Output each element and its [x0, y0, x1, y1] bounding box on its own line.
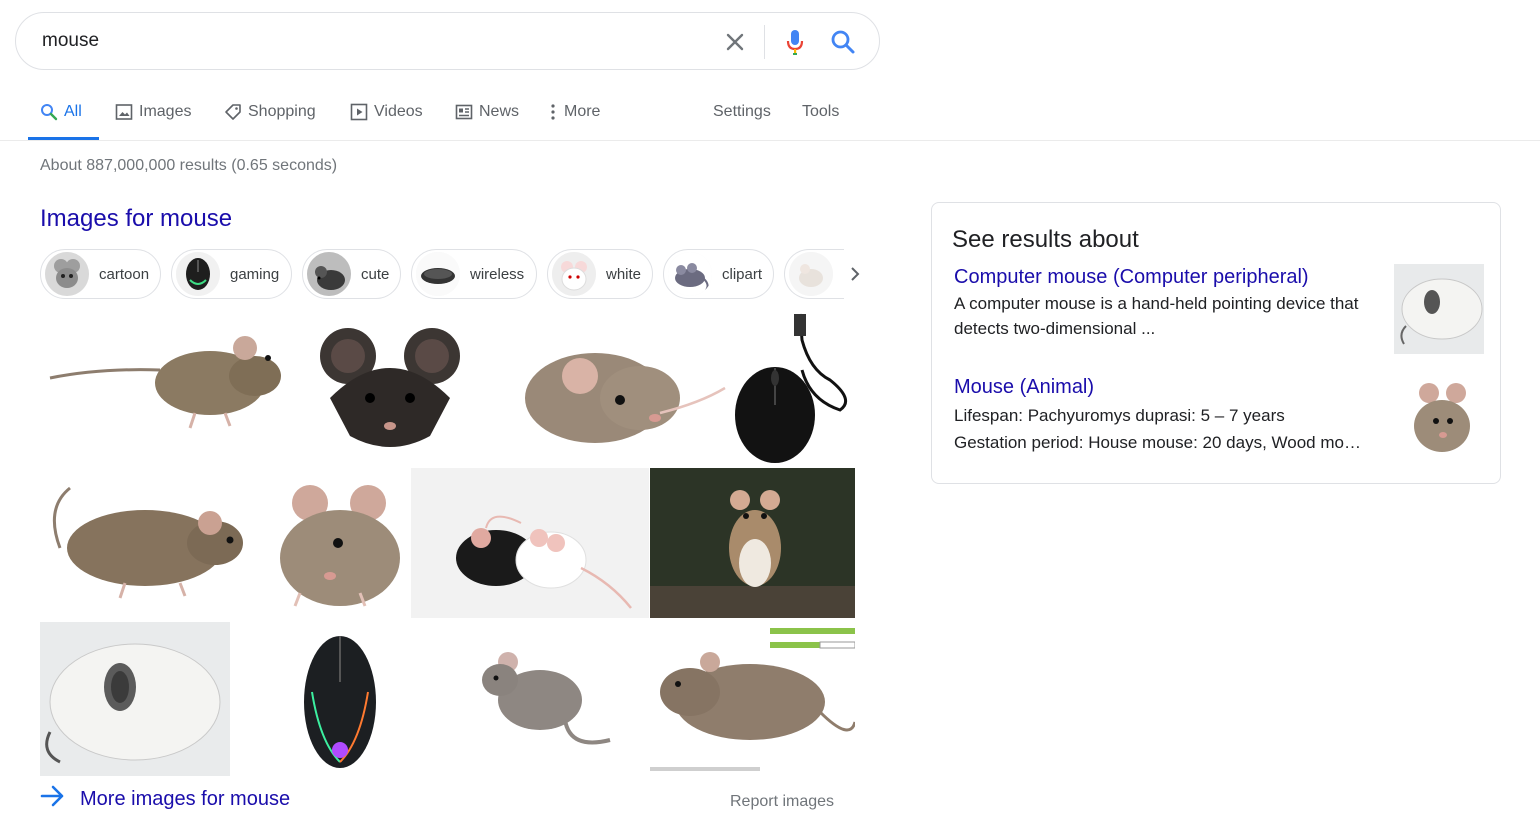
- image-result[interactable]: [250, 468, 408, 610]
- image-refinement-chips: cartoon gaming cute wireless white clipa…: [40, 249, 880, 299]
- tab-label: Tools: [802, 103, 840, 120]
- tab-news[interactable]: News: [455, 100, 519, 124]
- image-result[interactable]: [730, 310, 855, 464]
- chip-thumbnail: [307, 252, 351, 296]
- search-icon: [40, 103, 58, 121]
- more-images-link[interactable]: More images for mouse: [40, 785, 290, 813]
- tab-label: News: [479, 103, 520, 120]
- vertical-dots-icon: [548, 103, 558, 121]
- tab-more[interactable]: More: [548, 100, 600, 124]
- chip-wireless[interactable]: wireless: [411, 249, 537, 299]
- chip-thumbnail: [176, 252, 220, 296]
- chip-thumbnail: [668, 252, 712, 296]
- tab-label: Videos: [374, 103, 423, 120]
- chip-label: white: [606, 265, 642, 283]
- result-snippet: A computer mouse is a hand-held pointing…: [954, 294, 1359, 338]
- tab-settings[interactable]: Settings: [713, 100, 771, 124]
- microphone-icon[interactable]: [780, 25, 810, 59]
- search-icon[interactable]: [828, 25, 858, 59]
- image-result[interactable]: [40, 318, 281, 464]
- chip-thumbnail: [45, 252, 89, 296]
- chip-cute[interactable]: cute: [302, 249, 401, 299]
- result-fact-gestation: Gestation period: House mouse: 20 days, …: [954, 433, 1361, 452]
- image-result[interactable]: [650, 468, 855, 618]
- search-tabs: All Images Shopping Videos News More Set…: [0, 90, 1540, 141]
- tab-tools[interactable]: Tools: [802, 100, 839, 124]
- tab-label: All: [64, 103, 82, 120]
- tab-shopping[interactable]: Shopping: [224, 100, 316, 124]
- images-heading[interactable]: Images for mouse: [40, 205, 232, 233]
- chip-thumbnail: [552, 252, 596, 296]
- tab-videos[interactable]: Videos: [350, 100, 423, 124]
- search-box[interactable]: mouse: [15, 12, 880, 70]
- chip-label: gaming: [230, 265, 280, 283]
- divider: [764, 25, 765, 59]
- image-result[interactable]: [290, 622, 390, 776]
- result-stats: About 887,000,000 results (0.65 seconds): [40, 157, 338, 174]
- image-result[interactable]: [650, 622, 855, 776]
- image-icon: [115, 103, 133, 121]
- chip-partial[interactable]: [784, 249, 844, 299]
- active-tab-indicator: [28, 137, 99, 140]
- image-result[interactable]: [40, 622, 230, 776]
- chip-thumbnail: [416, 252, 460, 296]
- image-result[interactable]: [40, 468, 246, 610]
- chip-gaming[interactable]: gaming: [171, 249, 292, 299]
- tab-images[interactable]: Images: [115, 100, 191, 124]
- result-thumbnail[interactable]: [1394, 264, 1484, 354]
- chevron-right-icon[interactable]: [844, 263, 866, 285]
- chip-label: wireless: [470, 265, 525, 283]
- chip-label: cute: [361, 265, 390, 283]
- tab-label: Shopping: [248, 103, 316, 120]
- chip-white[interactable]: white: [547, 249, 653, 299]
- chip-label: clipart: [722, 265, 763, 283]
- result-title-mouse-animal[interactable]: Mouse (Animal): [954, 376, 1094, 399]
- image-result[interactable]: [300, 318, 482, 464]
- result-thumbnail[interactable]: [1394, 371, 1484, 461]
- image-result[interactable]: [520, 318, 730, 464]
- search-input[interactable]: mouse: [42, 30, 99, 52]
- chip-clipart[interactable]: clipart: [663, 249, 774, 299]
- result-fact-lifespan: Lifespan: Pachyuromys duprasi: 5 – 7 yea…: [954, 406, 1285, 425]
- chip-cartoon[interactable]: cartoon: [40, 249, 161, 299]
- tag-icon: [224, 103, 242, 121]
- see-results-about-panel: See results about Computer mouse (Comput…: [931, 202, 1501, 484]
- tab-all[interactable]: All: [40, 100, 82, 124]
- chip-thumbnail: [789, 252, 833, 296]
- tab-label: More: [564, 103, 601, 120]
- arrow-right-icon: [40, 785, 66, 813]
- tab-label: Images: [139, 103, 192, 120]
- more-images-label: More images for mouse: [80, 787, 291, 810]
- newspaper-icon: [455, 103, 473, 121]
- clear-icon[interactable]: [720, 27, 750, 57]
- report-images-link[interactable]: Report images: [730, 793, 834, 811]
- chip-label: cartoon: [99, 265, 150, 283]
- panel-title: See results about: [952, 226, 1139, 253]
- result-title-computer-mouse[interactable]: Computer mouse (Computer peripheral): [954, 266, 1309, 289]
- play-icon: [350, 103, 368, 121]
- image-result[interactable]: [411, 468, 649, 618]
- image-result[interactable]: [470, 640, 615, 758]
- tab-label: Settings: [713, 103, 771, 120]
